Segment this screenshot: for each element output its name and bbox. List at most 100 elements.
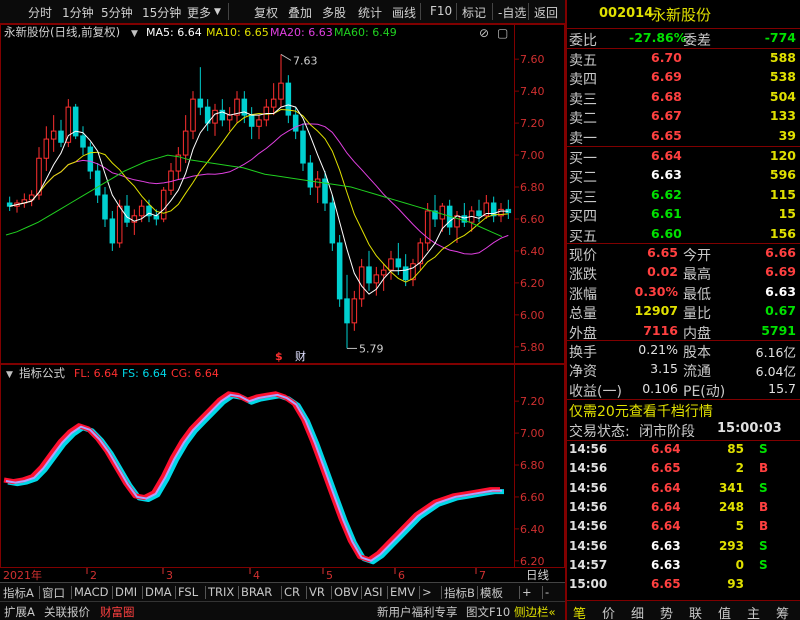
toolbar-item[interactable]: 1分钟 bbox=[62, 4, 94, 21]
toolbar-item[interactable]: 标记 bbox=[462, 4, 486, 21]
stat-label: 最低 bbox=[683, 286, 711, 303]
extension-link[interactable]: 侧边栏« bbox=[514, 604, 556, 620]
indicator-tab[interactable]: - bbox=[545, 585, 549, 599]
settings-icon[interactable]: ⊘ bbox=[479, 26, 489, 40]
indicator-tab[interactable]: ASI bbox=[364, 585, 383, 599]
toolbar-item[interactable]: 15分钟 bbox=[142, 4, 181, 21]
promo-row[interactable]: 仅需20元查看千档行情 bbox=[567, 400, 800, 420]
toolbar-item[interactable]: 多股 bbox=[322, 4, 346, 21]
buy-level-row[interactable]: 买三 6.62 115 bbox=[567, 186, 800, 206]
buy-level-row[interactable]: 买四 6.61 15 bbox=[567, 205, 800, 225]
toolbar-item[interactable]: 返回 bbox=[534, 4, 558, 21]
extension-tab[interactable]: 扩展A bbox=[4, 604, 35, 620]
dividend-marker-icon[interactable]: $ bbox=[275, 350, 283, 363]
candle-body bbox=[58, 130, 64, 143]
toolbar-item[interactable]: 叠加 bbox=[288, 4, 312, 21]
sell-level-row[interactable]: 卖三 6.68 504 bbox=[567, 88, 800, 108]
sell-level-row[interactable]: 卖四 6.69 538 bbox=[567, 68, 800, 88]
quote-tab[interactable]: 值 bbox=[718, 603, 731, 620]
weicha-value: -774 bbox=[764, 30, 796, 45]
candle-body bbox=[314, 178, 321, 188]
tick-time: 14:56 bbox=[569, 480, 608, 495]
promo-link[interactable]: 仅需20元查看千档行情 bbox=[569, 401, 713, 421]
buy-level-row[interactable]: 买二 6.63 596 bbox=[567, 166, 800, 186]
sell-level-row[interactable]: 卖五 6.70 588 bbox=[567, 49, 800, 69]
extension-link[interactable]: 新用户福利专享 bbox=[377, 604, 458, 620]
candle-body bbox=[65, 106, 72, 143]
chevron-down-icon[interactable]: ▼ bbox=[6, 370, 13, 380]
fin-label: 流通 bbox=[683, 364, 711, 381]
extension-tab[interactable]: 关联报价 bbox=[44, 604, 90, 620]
extension-link[interactable]: 图文F10 bbox=[466, 604, 510, 620]
quote-tab[interactable]: 筹 bbox=[776, 603, 789, 620]
indicator-tab[interactable]: VR bbox=[309, 585, 325, 599]
indicator-tab[interactable]: FSL bbox=[178, 585, 198, 599]
toolbar-separator bbox=[456, 3, 457, 20]
tick-volume: 93 bbox=[727, 577, 744, 592]
buy-level-row[interactable]: 买一 6.64 120 bbox=[567, 147, 800, 167]
extension-tab[interactable]: 财富圈 bbox=[100, 604, 135, 620]
level-price: 6.61 bbox=[651, 206, 682, 222]
candle-body bbox=[50, 130, 57, 140]
quote-tab[interactable]: 细 bbox=[631, 603, 644, 620]
toolbar-item[interactable]: F10 bbox=[430, 4, 452, 18]
quote-tab[interactable]: 联 bbox=[689, 603, 702, 620]
indicator-tab[interactable]: 窗口 bbox=[42, 585, 65, 601]
toolbar-item[interactable]: 复权 bbox=[254, 4, 278, 21]
indicator-tab[interactable]: BRAR bbox=[241, 585, 272, 599]
indicator-tab[interactable]: 指标A bbox=[3, 585, 34, 601]
toolbar-item[interactable]: 5分钟 bbox=[101, 4, 133, 21]
quote-tab[interactable]: 主 bbox=[747, 603, 760, 620]
finance-marker-icon[interactable]: 财 bbox=[295, 349, 306, 363]
quote-tab[interactable]: 势 bbox=[660, 603, 673, 620]
tick-row[interactable]: 14:57 6.63 0 S bbox=[567, 557, 800, 575]
fin-label: PE(动) bbox=[683, 383, 726, 400]
tick-row[interactable]: 14:56 6.64 341 S bbox=[567, 480, 800, 498]
chevron-down-icon[interactable]: ▼ bbox=[131, 29, 138, 39]
chevron-down-icon[interactable]: ▼ bbox=[214, 7, 221, 17]
indicator-chart-svg[interactable]: 7.20 7.00 6.80 6.60 6.40 6.20 ▼ 指标公式 FL: 6.64 FS:… bbox=[0, 364, 565, 568]
tick-volume: 5 bbox=[735, 519, 744, 534]
indicator-tab[interactable]: OBV bbox=[334, 585, 358, 599]
toolbar-item[interactable]: 画线 bbox=[392, 4, 416, 21]
candle-body bbox=[138, 205, 145, 217]
quote-tab[interactable]: 笔 bbox=[573, 603, 586, 620]
indicator-tab[interactable]: 模板 bbox=[480, 585, 503, 601]
extension-bar: 扩展A 关联报价 财富圈 新用户福利专享 图文F10 侧边栏« bbox=[0, 601, 565, 620]
indicator-tab[interactable]: DMI bbox=[115, 585, 137, 599]
tick-row[interactable]: 14:56 6.64 85 S bbox=[567, 441, 800, 459]
kline-chart[interactable]: 7.60 7.40 7.20 7.00 6.80 6.60 6.40 6.20 6.00 5.80… bbox=[0, 24, 565, 364]
tick-row[interactable]: 14:56 6.63 293 S bbox=[567, 538, 800, 556]
period-label[interactable]: 日线 bbox=[526, 568, 549, 582]
sell-level-row[interactable]: 卖一 6.65 39 bbox=[567, 127, 800, 147]
tick-side: S bbox=[759, 480, 768, 495]
indicator-tab[interactable]: MACD bbox=[74, 585, 108, 599]
toolbar-item[interactable]: 分时 bbox=[28, 4, 52, 21]
tick-row[interactable]: 14:56 6.64 5 B bbox=[567, 518, 800, 536]
expand-icon[interactable]: ▢ bbox=[497, 26, 508, 40]
indicator-tab[interactable]: TRIX bbox=[208, 585, 234, 599]
tick-row[interactable]: 14:56 6.64 248 B bbox=[567, 499, 800, 517]
y-tick-label: 6.80 bbox=[520, 181, 545, 194]
kline-chart-svg[interactable]: 7.60 7.40 7.20 7.00 6.80 6.60 6.40 6.20 6.00 5.80… bbox=[0, 24, 565, 364]
tick-side: B bbox=[759, 519, 769, 534]
buy-level-row[interactable]: 买五 6.60 156 bbox=[567, 225, 800, 245]
toolbar-item[interactable]: -自选 bbox=[498, 4, 526, 21]
stat-value: 5791 bbox=[761, 322, 796, 338]
toolbar-item[interactable]: 更多 bbox=[187, 4, 211, 21]
indicator-tab[interactable]: 指标B bbox=[444, 585, 475, 601]
tick-row[interactable]: 14:56 6.65 2 B bbox=[567, 460, 800, 478]
stat-row: 涨跌 0.02 最高 6.69 bbox=[567, 263, 800, 283]
indicator-tab[interactable]: EMV bbox=[390, 585, 415, 599]
indicator-chart[interactable]: 7.20 7.00 6.80 6.60 6.40 6.20 ▼ 指标公式 FL: 6.64 FS:… bbox=[0, 364, 565, 568]
sell-level-row[interactable]: 卖二 6.67 133 bbox=[567, 107, 800, 127]
quote-tab[interactable]: 价 bbox=[602, 603, 615, 620]
indicator-tab[interactable]: DMA bbox=[145, 585, 172, 599]
indicator-tab[interactable]: + bbox=[522, 585, 532, 599]
stat-value: 7116 bbox=[643, 322, 678, 338]
toolbar-item[interactable]: 统计 bbox=[358, 4, 382, 21]
indicator-tab[interactable]: > bbox=[422, 585, 432, 599]
level-label: 买二 bbox=[569, 170, 597, 187]
tick-row[interactable]: 15:00 6.65 93 bbox=[567, 576, 800, 594]
indicator-tab[interactable]: CR bbox=[284, 585, 300, 599]
